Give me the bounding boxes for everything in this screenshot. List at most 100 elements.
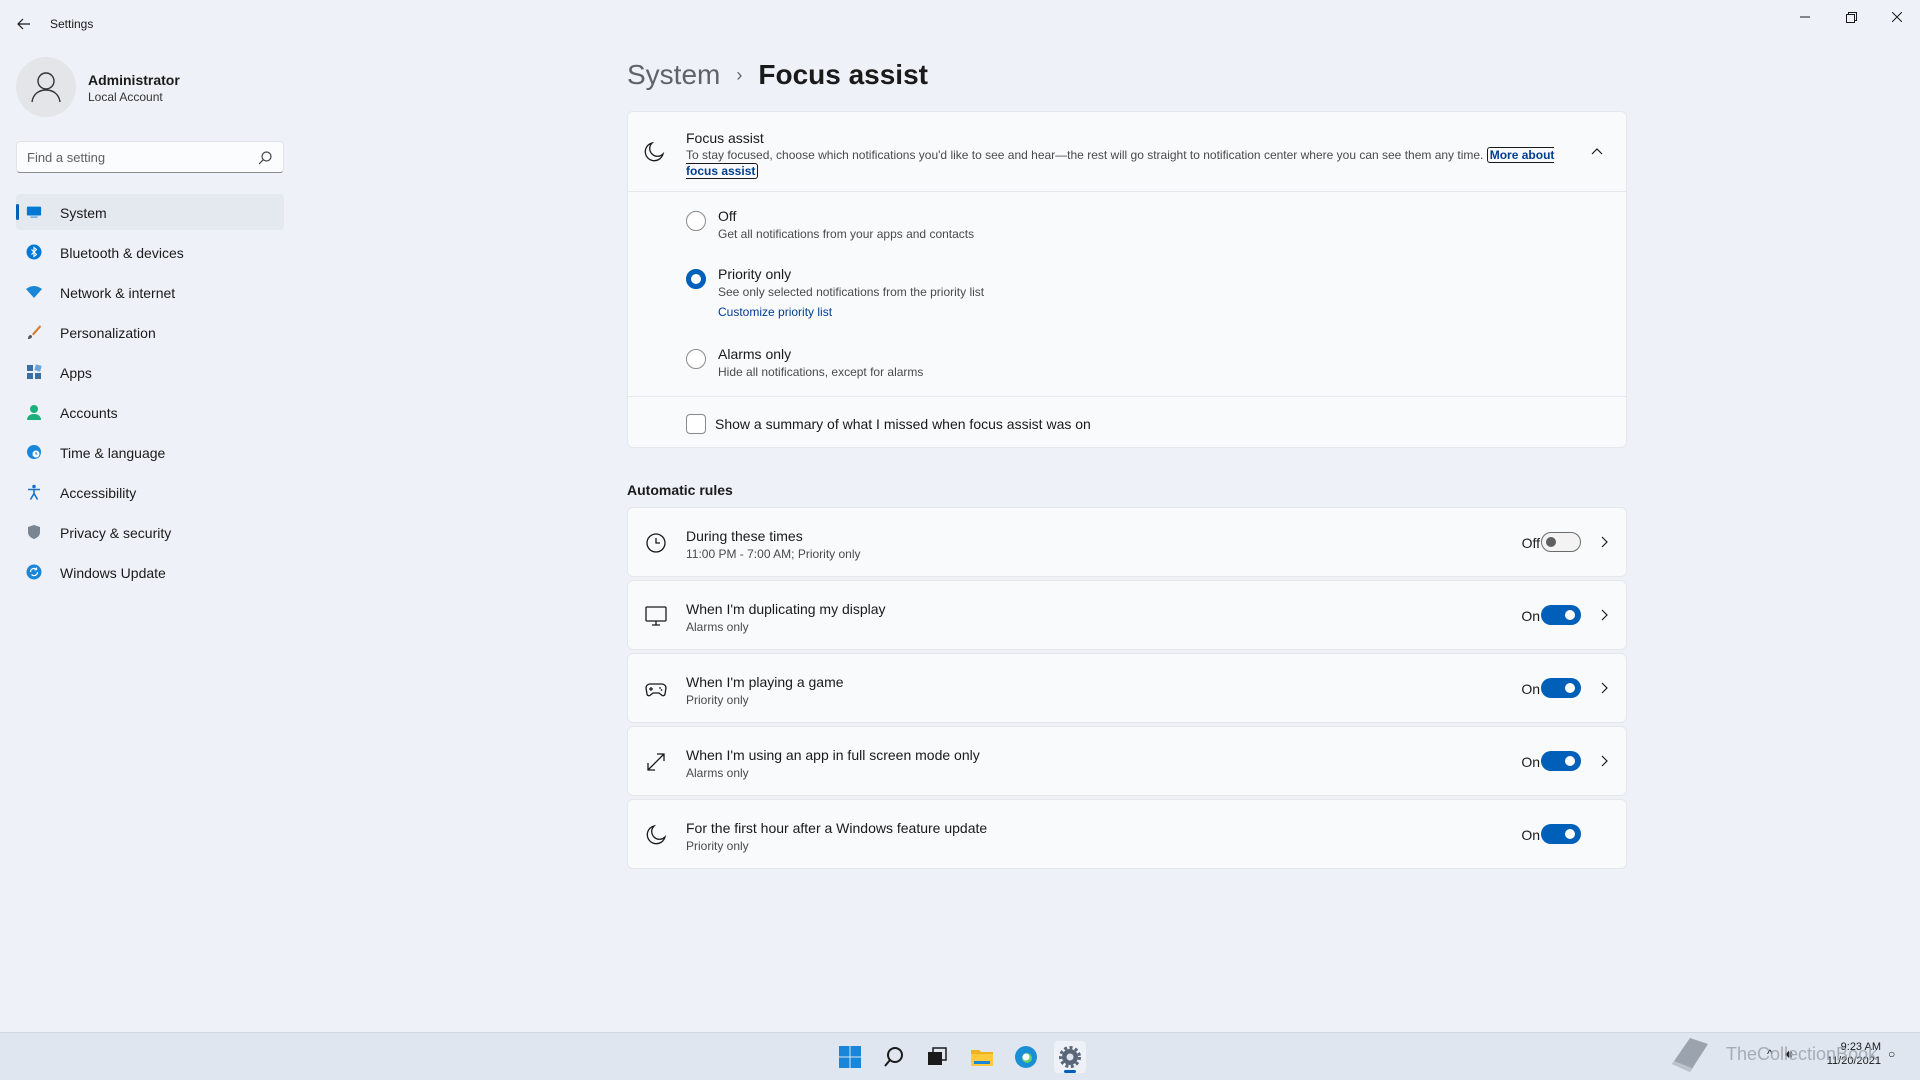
toggle-state-label: On [1521, 608, 1540, 624]
rule-after-feature-update[interactable]: For the first hour after a Windows featu… [627, 799, 1627, 869]
close-icon [1892, 12, 1902, 22]
focus-assist-description: To stay focused, choose which notificati… [686, 147, 1586, 179]
rule-toggle[interactable] [1541, 678, 1581, 698]
person-icon [31, 72, 61, 103]
rule-subtitle: Priority only [686, 693, 749, 707]
sidebar-item-accounts[interactable]: Accounts [16, 394, 284, 430]
rule-subtitle: Priority only [686, 839, 749, 853]
rule-toggle[interactable] [1541, 605, 1581, 625]
edge-icon[interactable] [1010, 1041, 1042, 1073]
rule-subtitle: Alarms only [686, 620, 749, 634]
rule-toggle[interactable] [1541, 532, 1581, 552]
link-text-part1: More about [1489, 148, 1555, 162]
app-title: Settings [50, 17, 94, 31]
sidebar-item-apps[interactable]: Apps [16, 354, 284, 390]
focus-assist-header[interactable]: Focus assist To stay focused, choose whi… [628, 112, 1626, 192]
gamepad-icon [645, 683, 667, 697]
sidebar-item-label: System [60, 205, 107, 221]
option-label: Alarms only [718, 346, 792, 362]
radio-priority-only[interactable] [686, 269, 706, 289]
sidebar-item-label: Network & internet [60, 285, 176, 301]
rule-full-screen-app[interactable]: When I'm using an app in full screen mod… [627, 726, 1627, 796]
sidebar-item-system[interactable]: System [16, 194, 284, 230]
rule-playing-game[interactable]: When I'm playing a game Priority only On [627, 653, 1627, 723]
start-icon[interactable] [834, 1041, 866, 1073]
sidebar-item-label: Accounts [60, 405, 118, 421]
globe-clock-icon [26, 444, 42, 460]
rule-toggle[interactable] [1541, 824, 1581, 844]
rule-title: When I'm duplicating my display [686, 601, 886, 617]
back-button[interactable] [12, 12, 36, 36]
focus-assist-card: Focus assist To stay focused, choose whi… [627, 111, 1627, 448]
chevron-right-icon[interactable] [1597, 754, 1611, 768]
radio-alarms-only[interactable] [686, 349, 706, 369]
search-icon[interactable] [878, 1041, 910, 1073]
summary-checkbox-label[interactable]: Show a summary of what I missed when foc… [715, 416, 1091, 432]
sidebar-item-label: Apps [60, 365, 92, 381]
breadcrumb: System › Focus assist [627, 55, 928, 95]
chevron-right-icon[interactable] [1597, 681, 1611, 695]
rule-title: When I'm playing a game [686, 674, 844, 690]
profile-account-type: Local Account [88, 90, 163, 104]
search-input[interactable] [27, 142, 247, 172]
sidebar-item-label: Bluetooth & devices [60, 245, 184, 261]
customize-priority-list-link[interactable]: Customize priority list [718, 305, 832, 319]
option-description: Get all notifications from your apps and… [718, 227, 975, 241]
rule-subtitle: 11:00 PM - 7:00 AM; Priority only [686, 547, 861, 561]
chevron-right-icon[interactable] [1597, 535, 1611, 549]
update-icon [26, 564, 42, 580]
sidebar-item-label: Time & language [60, 445, 166, 461]
chevron-right-icon[interactable] [1597, 608, 1611, 622]
avatar [16, 57, 76, 117]
option-label: Priority only [718, 266, 792, 282]
settings-icon[interactable] [1054, 1041, 1086, 1073]
taskbar: ^ 🔊︎ 9:23 AM 11/20/2021 ○ [0, 1032, 1920, 1080]
toggle-state-label: On [1521, 827, 1540, 843]
breadcrumb-parent[interactable]: System [627, 59, 720, 91]
notification-icon[interactable]: ○ [1888, 1047, 1895, 1061]
rule-title: During these times [686, 528, 803, 544]
user-profile[interactable]: Administrator Local Account [16, 57, 286, 117]
sidebar-item-bluetooth[interactable]: Bluetooth & devices [16, 234, 284, 270]
moon-icon [644, 141, 665, 162]
brush-icon [26, 324, 42, 340]
task-view-icon[interactable] [921, 1041, 953, 1073]
restore-button[interactable] [1828, 4, 1874, 30]
book-icon [1672, 1038, 1708, 1072]
bluetooth-icon [26, 244, 42, 260]
toggle-knob [1565, 610, 1575, 620]
toggle-state-label: On [1521, 681, 1540, 697]
sidebar-nav: System Bluetooth & devices Network & int… [16, 194, 284, 594]
shield-icon [26, 524, 42, 540]
sidebar-item-accessibility[interactable]: Accessibility [16, 474, 284, 510]
breadcrumb-separator: › [736, 64, 743, 85]
minimize-button[interactable] [1782, 4, 1828, 30]
sidebar-item-network[interactable]: Network & internet [16, 274, 284, 310]
sidebar-item-windows-update[interactable]: Windows Update [16, 554, 284, 590]
rule-title: When I'm using an app in full screen mod… [686, 747, 980, 763]
summary-checkbox[interactable] [686, 414, 706, 434]
file-explorer-icon[interactable] [966, 1041, 998, 1073]
radio-off[interactable] [686, 211, 706, 231]
rule-duplicating-display[interactable]: When I'm duplicating my display Alarms o… [627, 580, 1627, 650]
sidebar-item-personalization[interactable]: Personalization [16, 314, 284, 350]
accessibility-icon [26, 484, 42, 500]
watermark-text: TheCollectionBook [1726, 1043, 1878, 1064]
sidebar-item-privacy-security[interactable]: Privacy & security [16, 514, 284, 550]
search-box[interactable] [16, 141, 284, 173]
sidebar-item-time-language[interactable]: Time & language [16, 434, 284, 470]
title-bar: Settings [0, 0, 1920, 48]
rule-toggle[interactable] [1541, 751, 1581, 771]
chevron-up-icon[interactable] [1589, 144, 1605, 160]
toggle-knob [1565, 756, 1575, 766]
monitor-icon [26, 204, 42, 220]
minimize-icon [1800, 16, 1810, 18]
search-icon[interactable] [257, 150, 273, 166]
wifi-icon [26, 284, 42, 300]
close-button[interactable] [1874, 4, 1920, 30]
focus-assist-description-text: To stay focused, choose which notificati… [686, 148, 1484, 162]
profile-name: Administrator [88, 72, 180, 88]
rule-subtitle: Alarms only [686, 766, 749, 780]
moon-icon [646, 824, 667, 845]
rule-during-these-times[interactable]: During these times 11:00 PM - 7:00 AM; P… [627, 507, 1627, 577]
